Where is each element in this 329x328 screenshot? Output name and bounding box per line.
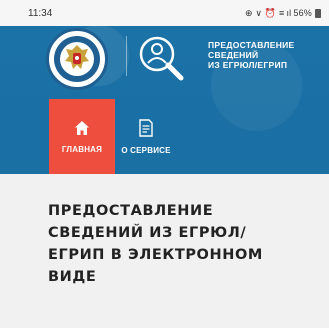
battery-level: 56%	[293, 8, 312, 18]
service-title-line: ИЗ ЕГРЮЛ/ЕГРИП	[208, 60, 288, 70]
service-title: ПРЕДОСТАВЛЕНИЕ СВЕДЕНИЙ ИЗ ЕГРЮЛ/ЕГРИП	[208, 40, 295, 70]
nav-item-label: О СЕРВИСЕ	[121, 145, 171, 155]
page-title: ПРЕДОСТАВЛЕНИЕ СВЕДЕНИЙ ИЗ ЕГРЮЛ/ ЕГРИП …	[48, 203, 263, 285]
status-icons: ⊕ ∨ ⏰ ≡	[244, 7, 285, 18]
header-divider	[126, 36, 127, 76]
service-title-line: СВЕДЕНИЙ	[208, 50, 259, 60]
service-title-line: ПРЕДОСТАВЛЕНИЕ	[208, 40, 295, 50]
home-icon	[75, 120, 89, 135]
signal-icon: ıl	[286, 8, 292, 18]
status-bar: 11:34 ⊕ ∨ ⏰ ≡ ıl 56%	[0, 0, 329, 26]
main-content: ПРЕДОСТАВЛЕНИЕ СВЕДЕНИЙ ИЗ ЕГРЮЛ/ ЕГРИП …	[0, 174, 329, 328]
battery-icon	[315, 8, 321, 18]
nav-item-label: ГЛАВНАЯ	[61, 144, 103, 154]
status-indicators: ⊕ ∨ ⏰ ≡ ıl 56%	[245, 8, 321, 19]
status-time: 11:34	[28, 7, 53, 19]
person-magnifier-icon	[139, 36, 184, 81]
nav-item-home[interactable]: ГЛАВНАЯ	[49, 99, 115, 174]
nav-item-about[interactable]: О СЕРВИСЕ	[115, 99, 177, 174]
document-icon	[139, 118, 153, 137]
app-header: ПРЕДОСТАВЛЕНИЕ СВЕДЕНИЙ ИЗ ЕГРЮЛ/ЕГРИП Г…	[0, 26, 329, 174]
fns-emblem-icon[interactable]	[46, 28, 108, 90]
main-nav: ГЛАВНАЯ О СЕРВИСЕ	[0, 99, 329, 174]
